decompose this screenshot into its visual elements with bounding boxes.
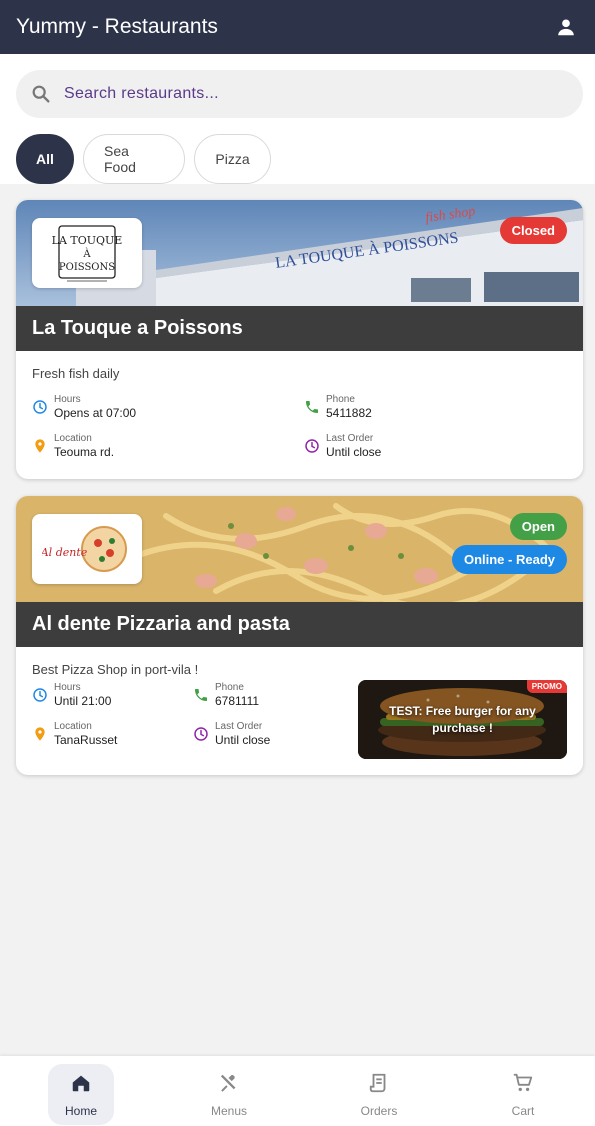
phone-value: 6781111 [215,694,260,708]
restaurant-name: La Touque a Poissons [32,317,243,339]
cart-icon [512,1072,534,1099]
filter-chip-all[interactable]: All [16,134,74,184]
receipt-icon [368,1072,390,1099]
restaurant-card[interactable]: LA TOUQUE À POISSONS fish shop LA TOUQUE… [16,200,583,479]
clock-icon [32,399,48,415]
restaurant-description: Fresh fish daily [32,366,120,381]
location-pin-icon [32,438,48,454]
hours-label: Hours [54,682,81,693]
online-status-badge: Online - Ready [451,545,567,574]
last-order-info: Last Order Until close [304,433,381,460]
restaurant-description: Best Pizza Shop in port-vila ! [32,662,199,677]
clock-icon [32,687,48,703]
restaurant-name-bar: Al dente Pizzaria and pasta [16,602,583,647]
home-icon [70,1072,92,1099]
restaurant-banner-image: LA TOUQUE À POISSONS fish shop LA TOUQUE… [16,200,583,306]
phone-info: Phone 5411882 [304,394,372,421]
last-order-value: Until close [326,445,382,459]
location-value: Teouma rd. [54,445,115,459]
last-order-label: Last Order [215,721,263,732]
phone-info: Phone 6781111 [193,682,259,709]
hours-value: Until 21:00 [54,694,112,708]
nav-home[interactable]: Home [48,1064,114,1125]
promo-text: TEST: Free burger for any purchase ! [389,703,536,735]
search-input[interactable] [64,85,569,103]
restaurant-card[interactable]: Al dente Open Online - Ready Al dente Pi… [16,496,583,775]
svg-text:LA TOUQUE: LA TOUQUE [52,234,123,247]
location-pin-icon [32,726,48,742]
restaurant-name-bar: La Touque a Poissons [16,306,583,351]
restaurant-logo: Al dente [32,514,142,584]
location-label: Location [54,721,92,732]
fork-knife-icon [218,1072,240,1099]
phone-value: 5411882 [326,406,372,420]
hours-value: Opens at 07:00 [54,406,137,420]
profile-icon[interactable] [553,14,579,40]
phone-label: Phone [215,682,244,693]
location-label: Location [54,433,92,444]
nav-orders-label: Orders [360,1103,398,1118]
history-clock-icon [193,726,209,742]
phone-icon [304,399,320,415]
nav-orders[interactable]: Orders [346,1064,412,1125]
restaurant-name: Al dente Pizzaria and pasta [32,613,290,635]
promo-banner[interactable]: PROMO TEST: Free burger for any purchase… [358,680,567,759]
phone-label: Phone [326,394,355,405]
filter-chip-sea-food[interactable]: Sea Food [83,134,185,184]
status-badge: Closed [499,217,567,244]
last-order-value: Until close [215,733,271,747]
restaurant-banner-image: Al dente Open Online - Ready [16,496,583,602]
svg-text:À: À [82,248,91,260]
search-bar[interactable] [16,70,583,118]
nav-menus-label: Menus [210,1103,248,1118]
app-bar: Yummy - Restaurants [0,0,595,54]
hours-label: Hours [54,394,81,405]
location-info: Location TanaRusset [32,721,117,748]
last-order-label: Last Order [326,433,374,444]
hours-info: Hours Opens at 07:00 [32,394,136,421]
hours-info: Hours Until 21:00 [32,682,111,709]
restaurant-logo: LA TOUQUE À POISSONS [32,218,142,288]
page-title: Yummy - Restaurants [16,15,218,38]
location-info: Location Teouma rd. [32,433,114,460]
svg-text:Al dente: Al dente [42,546,88,559]
nav-menus[interactable]: Menus [196,1064,262,1125]
status-badge: Open [509,513,567,540]
history-clock-icon [304,438,320,454]
svg-text:POISSONS: POISSONS [59,262,115,273]
filter-chip-pizza[interactable]: Pizza [194,134,271,184]
last-order-info: Last Order Until close [193,721,270,748]
search-icon [30,83,52,105]
phone-icon [193,687,209,703]
search-filter-section: All Sea Food Pizza [0,54,595,184]
nav-home-label: Home [64,1103,97,1118]
location-value: TanaRusset [54,733,118,747]
nav-cart-label: Cart [511,1103,535,1118]
nav-cart[interactable]: Cart [490,1064,556,1125]
bottom-navigation: Home Menus Orders Cart [0,1056,595,1126]
filter-chips: All Sea Food Pizza [16,134,271,184]
